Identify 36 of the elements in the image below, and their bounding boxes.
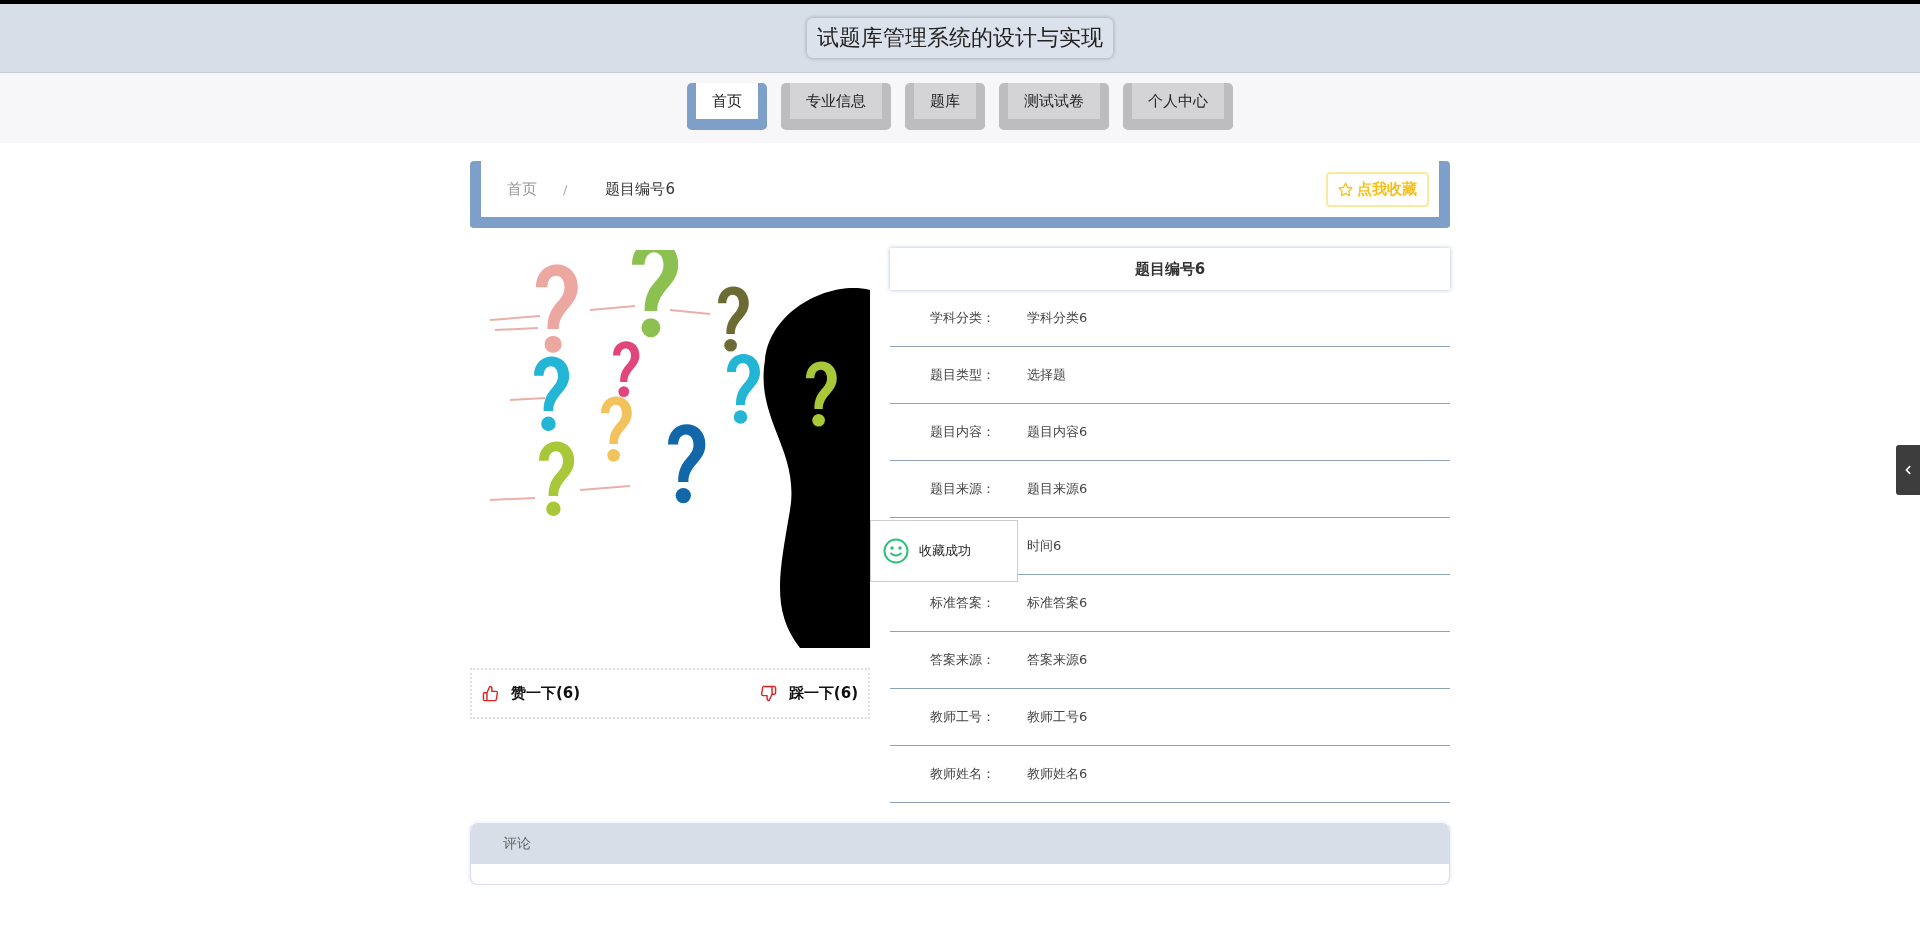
smiley-icon: [883, 538, 909, 564]
toast-text: 收藏成功: [919, 542, 971, 560]
like-button[interactable]: 赞一下(6): [482, 684, 581, 703]
thumbs-up-icon: [482, 685, 499, 702]
field-label: 学科分类：: [930, 309, 996, 327]
dislike-button[interactable]: 踩一下(6): [759, 684, 858, 703]
field-value: 答案来源6: [1027, 651, 1088, 669]
nav-tab[interactable]: 题库: [905, 83, 985, 130]
field-label: 题目类型：: [930, 366, 996, 384]
comments-title: 评论: [503, 835, 531, 853]
nav-tab[interactable]: 个人中心: [1123, 83, 1233, 130]
field-value: 题目来源6: [1027, 480, 1088, 498]
star-icon: [1338, 181, 1353, 197]
nav-tab[interactable]: 专业信息: [781, 83, 891, 130]
field-value: 时间6: [1027, 537, 1062, 555]
detail-title: 题目编号6: [890, 248, 1450, 290]
field-label: 答案来源：: [930, 651, 996, 669]
field-value: 学科分类6: [1027, 309, 1088, 327]
field-value: 标准答案6: [1027, 594, 1088, 612]
field-label: 标准答案：: [930, 594, 996, 612]
field-value: 教师工号6: [1027, 708, 1088, 726]
field-value: 教师姓名6: [1027, 765, 1088, 783]
field-label: 题目内容：: [930, 423, 996, 441]
site-title: 试题库管理系统的设计与实现: [807, 18, 1113, 58]
side-panel-toggle[interactable]: [1896, 445, 1920, 495]
nav-tab[interactable]: 首页: [687, 83, 767, 130]
nav-tab[interactable]: 测试试卷: [999, 83, 1109, 130]
breadcrumb-item: 题目编号6: [605, 179, 675, 199]
field-label: 教师工号：: [930, 708, 996, 726]
breadcrumb-separator: /: [563, 181, 568, 197]
chevron-left-icon: [1903, 465, 1913, 475]
field-value: 题目内容6: [1027, 423, 1088, 441]
field-label: 题目来源：: [930, 480, 996, 498]
field-label: 教师姓名：: [930, 765, 996, 783]
field-value: 选择题: [1027, 366, 1066, 384]
thumbs-down-icon: [759, 685, 777, 702]
